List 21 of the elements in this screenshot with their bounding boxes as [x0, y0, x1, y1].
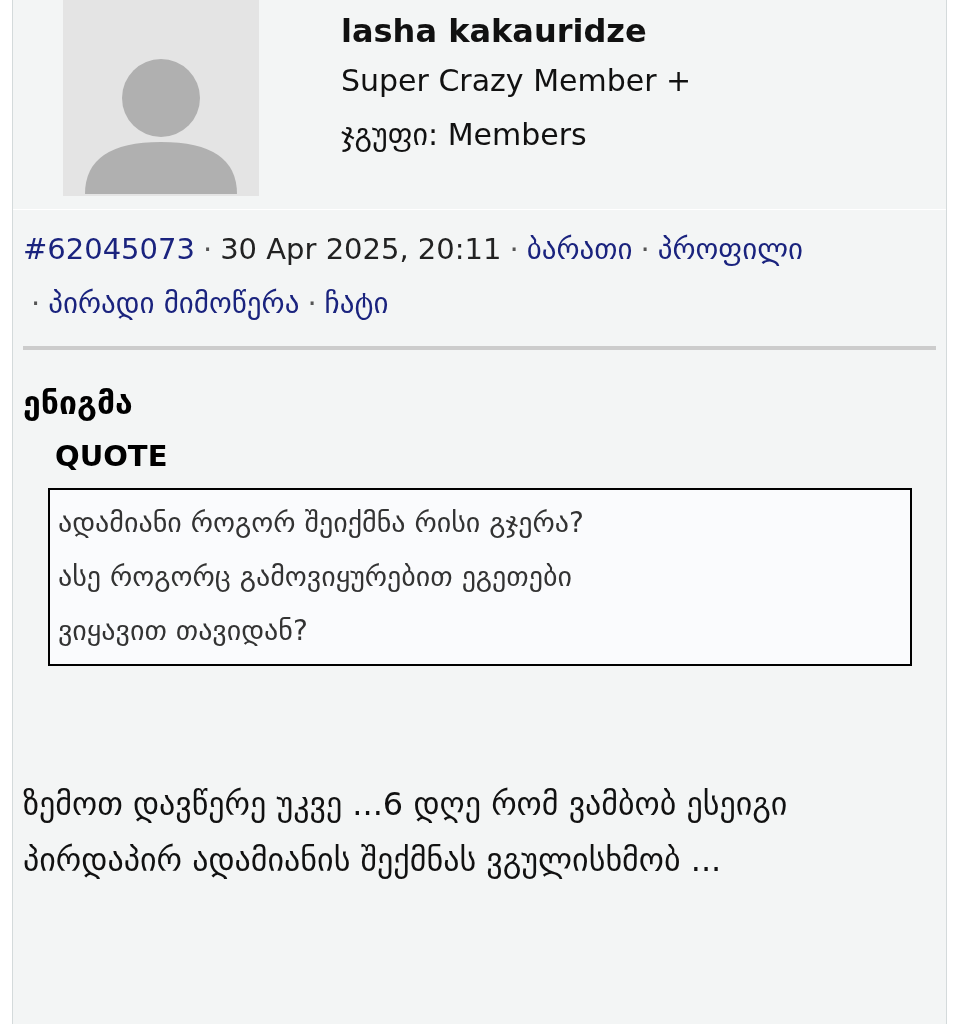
- post-link[interactable]: ჩატი: [324, 276, 389, 330]
- user-silhouette-icon: [83, 56, 239, 196]
- separator-dot: ·: [509, 231, 519, 268]
- separator-dot: ·: [202, 231, 213, 268]
- post-link[interactable]: ბარათი: [526, 222, 633, 276]
- separator-dot: ·: [31, 285, 41, 322]
- author-name[interactable]: lasha kakauridze: [341, 8, 692, 54]
- quote-line: ადამიანი როგორ შეიქმნა რისი გჯერა?: [58, 505, 585, 541]
- post-body: ზემოთ დავწერე უკვე ...6 დღე რომ ვამბობ ესეიგი პირდაპირ ადამიანის შექმნას ვგულისხმობ ...: [23, 784, 789, 881]
- member-group: ჯგუფი: Members: [341, 108, 692, 162]
- separator-dot: ·: [307, 285, 317, 322]
- separator-dot: ·: [640, 231, 650, 268]
- post-date: 30 Apr 2025, 20:11: [220, 231, 502, 268]
- post-link[interactable]: #62045073: [23, 222, 195, 276]
- quote-line: ასე როგორც გამოვიყურებით ეგეთები: [58, 559, 573, 595]
- post-link[interactable]: პროფილი: [657, 222, 804, 276]
- post-title: ენიგმა: [23, 383, 134, 424]
- quote-line: ვიყავით თავიდან?: [58, 613, 309, 649]
- quote-label: QUOTE: [55, 438, 169, 475]
- member-rank: Super Crazy Member +: [341, 62, 692, 100]
- post-link[interactable]: პირადი მიმოწერა: [48, 276, 300, 330]
